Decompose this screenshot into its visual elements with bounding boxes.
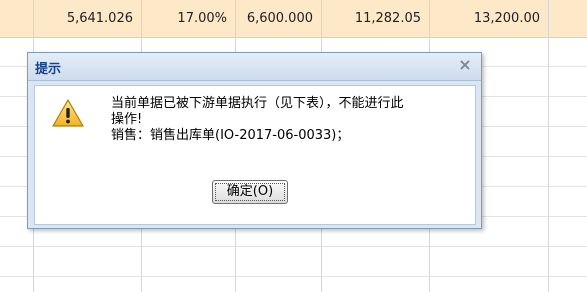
warning-icon [52,99,84,127]
dialog-body: 当前单据已被下游单据执行（见下表），不能进行此 操作! 销售：销售出库单(IO-… [34,85,476,225]
dialog-message: 当前单据已被下游单据执行（见下表），不能进行此 操作! 销售：销售出库单(IO-… [111,96,441,144]
dialog-title-bar[interactable]: 提示 × [28,53,481,81]
alert-dialog: 提示 × 当前单据已被下游单据执行（见下表），不能进行此 操作! 销售：销售出库… [27,52,482,229]
message-line: 当前单据已被下游单据执行（见下表），不能进行此 [111,96,404,111]
message-line: 操作! [111,112,143,127]
table-cell[interactable]: 11,282.05 [321,0,429,37]
dialog-title: 提示 [35,62,62,77]
close-icon[interactable]: × [457,57,473,73]
table-cell[interactable]: 6,600.000 [235,0,321,37]
table-row[interactable]: 5,641.026 17.00% 6,600.000 11,282.05 13,… [0,0,587,38]
table-cell[interactable]: 17.00% [141,0,235,37]
grid-line [0,276,587,277]
ok-button[interactable]: 确定(O) [212,180,288,204]
grid-line [548,0,549,292]
table-cell[interactable]: 5,641.026 [33,0,141,37]
message-line: 销售：销售出库单(IO-2017-06-0033)； [111,128,350,143]
grid-line [0,246,587,247]
table-cell[interactable]: 13,200.00 [429,0,548,37]
